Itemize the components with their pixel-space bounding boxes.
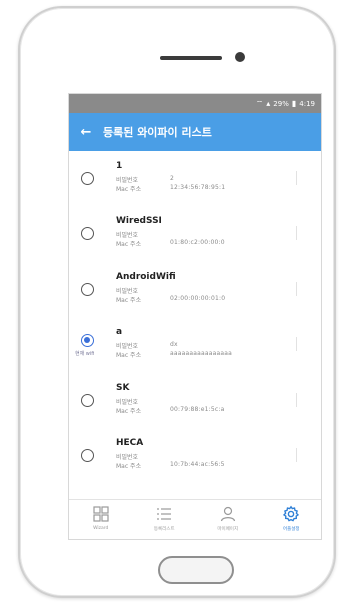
wifi-list-item[interactable]: AndroidWifi 비밀번호 Mac 주소 02:00:00:00:01:0: [69, 262, 321, 316]
nav-item-wizard[interactable]: Wizard: [69, 500, 133, 539]
nav-item-mypage[interactable]: 마이페이지: [196, 500, 260, 539]
bottom-navigation: Wizard 등록리스트 마이페이지 어플설정: [69, 499, 322, 539]
mac-value: aaaaaaaaaaaaaaaa: [170, 350, 233, 357]
wifi-ssid: a: [116, 327, 123, 337]
wifi-radio-button[interactable]: [81, 227, 94, 240]
signal-icon: ▴: [266, 98, 271, 108]
wifi-list-item[interactable]: HECA 비밀번호 Mac 주소 10:7b:44:ac:56:5: [69, 428, 321, 482]
mac-value: 12:34:56:78:95:1: [170, 184, 226, 191]
password-label: 비밀번호: [116, 454, 139, 461]
wifi-list-item-selected[interactable]: 현재 wifi a 비밀번호 dx Mac 주소 aaaaaaaaaaaaaaa…: [69, 317, 321, 371]
password-label: 비밀번호: [116, 232, 139, 239]
mac-label: Mac 주소: [116, 241, 142, 248]
password-label: 비밀번호: [116, 288, 139, 295]
password-label: 비밀번호: [116, 177, 139, 184]
wifi-list: 1 비밀번호 2 Mac 주소 12:34:56:78:95:1 WiredSS…: [69, 151, 321, 489]
nav-item-list[interactable]: 등록리스트: [133, 500, 197, 539]
mac-label: Mac 주소: [116, 352, 142, 359]
battery-level: 29%: [273, 99, 289, 108]
item-divider: [296, 282, 297, 296]
home-button[interactable]: [158, 556, 234, 584]
password-value: 2: [170, 175, 175, 182]
mac-label: Mac 주소: [116, 408, 142, 415]
item-divider: [296, 171, 297, 185]
nav-label: Wizard: [93, 526, 109, 531]
mac-value: 00:79:88:e1:5c:a: [170, 406, 225, 413]
password-label: 비밀번호: [116, 343, 139, 350]
item-divider: [296, 393, 297, 407]
list-icon: [157, 508, 172, 520]
speaker-grille: [160, 56, 222, 60]
wifi-ssid: HECA: [116, 438, 144, 448]
grid-icon: [93, 506, 109, 522]
item-divider: [296, 448, 297, 462]
wifi-radio-button[interactable]: [81, 172, 94, 185]
mac-value: 02:00:00:00:01:0: [170, 295, 226, 302]
wifi-radio-button-selected[interactable]: [81, 334, 94, 347]
user-icon: [220, 506, 235, 522]
mac-label: Mac 주소: [116, 186, 142, 193]
mac-value: 01:80:c2:00:00:0: [170, 239, 225, 246]
gear-icon: [283, 505, 300, 522]
wifi-radio-button[interactable]: [81, 449, 94, 462]
wifi-list-item[interactable]: WiredSSI 비밀번호 Mac 주소 01:80:c2:00:00:0: [69, 206, 321, 260]
status-bar: ⌔ ▴ 29% ▮ 4:19: [69, 94, 321, 113]
wifi-list-item[interactable]: SK 비밀번호 Mac 주소 00:79:88:e1:5c:a: [69, 373, 321, 427]
password-label: 비밀번호: [116, 399, 139, 406]
wifi-ssid: WiredSSI: [116, 216, 162, 226]
nav-label: 등록리스트: [153, 527, 175, 532]
nav-label: 마이페이지: [217, 527, 239, 532]
app-screen: ⌔ ▴ 29% ▮ 4:19 ← 등록된 와이파이 리스트 1 비밀번호 2 M…: [68, 93, 322, 540]
password-value: dx: [170, 341, 178, 348]
item-divider: [296, 337, 297, 351]
front-camera: [235, 52, 245, 62]
page-title: 등록된 와이파이 리스트: [103, 126, 212, 139]
item-divider: [296, 226, 297, 240]
nav-item-settings[interactable]: 어플설정: [260, 500, 322, 539]
app-bar: ← 등록된 와이파이 리스트: [69, 113, 321, 151]
wifi-list-item[interactable]: 1 비밀번호 2 Mac 주소 12:34:56:78:95:1: [69, 151, 321, 205]
phone-frame: ⌔ ▴ 29% ▮ 4:19 ← 등록된 와이파이 리스트 1 비밀번호 2 M…: [18, 6, 336, 598]
mac-label: Mac 주소: [116, 463, 142, 470]
wifi-icon: ⌔: [255, 98, 264, 108]
wifi-radio-button[interactable]: [81, 283, 94, 296]
nav-label: 어플설정: [282, 527, 300, 532]
mac-value: 10:7b:44:ac:56:5: [170, 461, 225, 468]
wifi-ssid: SK: [116, 383, 130, 393]
mac-label: Mac 주소: [116, 297, 142, 304]
wifi-ssid: 1: [116, 161, 123, 171]
wifi-ssid: AndroidWifi: [116, 272, 176, 282]
wifi-radio-button[interactable]: [81, 394, 94, 407]
current-wifi-caption: 현재 wifi: [75, 351, 95, 357]
back-arrow-icon[interactable]: ←: [69, 125, 103, 140]
battery-icon: ▮: [291, 98, 297, 108]
status-time: 4:19: [299, 99, 315, 108]
